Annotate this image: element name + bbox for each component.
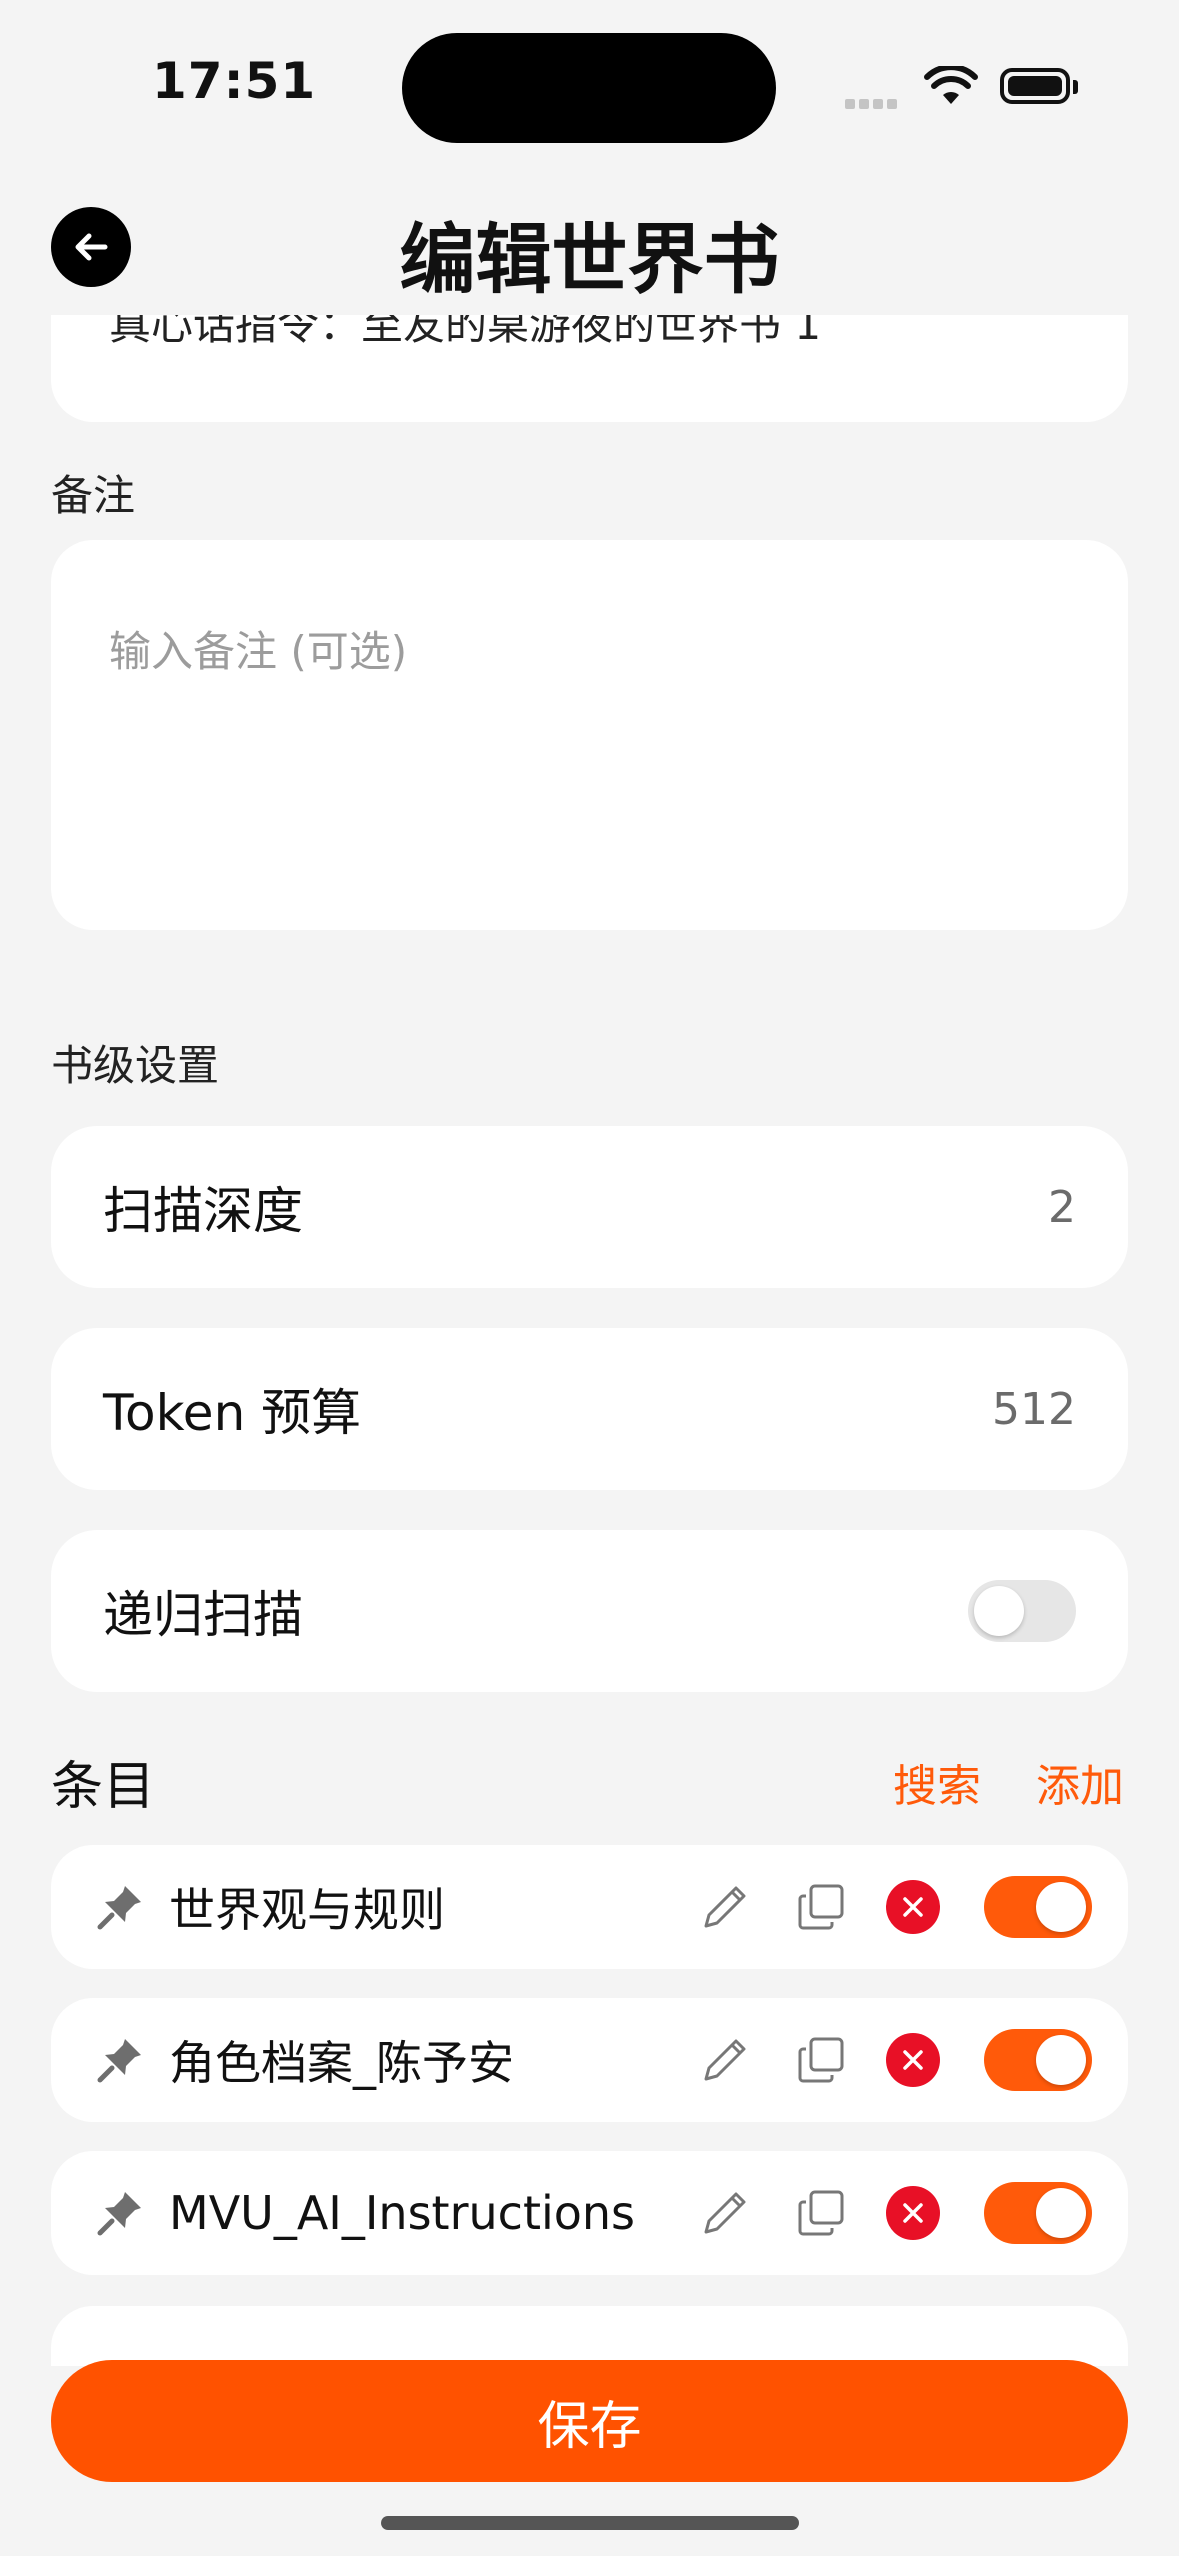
search-button[interactable]: 搜索 <box>893 1750 981 1814</box>
status-time: 17:51 <box>152 52 317 110</box>
delete-icon[interactable] <box>886 1880 940 1934</box>
entry-name: 角色档案_陈予安 <box>169 2036 514 2090</box>
entry-enable-toggle[interactable] <box>984 1876 1092 1938</box>
notes-placeholder: 输入备注 (可选) <box>109 627 408 676</box>
token-budget-row[interactable]: Token 预算 512 <box>51 1328 1128 1490</box>
delete-icon[interactable] <box>886 2186 940 2240</box>
entry-name: 世界观与规则 <box>169 1883 445 1937</box>
copy-icon[interactable] <box>790 1876 852 1938</box>
battery-icon <box>1000 68 1070 104</box>
entry-row-partial[interactable] <box>51 2306 1128 2366</box>
notes-input[interactable]: 输入备注 (可选) <box>51 540 1128 930</box>
save-button[interactable]: 保存 <box>51 2360 1128 2482</box>
edit-pencil-icon[interactable] <box>694 1876 756 1938</box>
wifi-icon <box>924 64 978 110</box>
entries-label: 条目 <box>51 1757 156 1817</box>
pin-icon[interactable] <box>95 2187 147 2239</box>
copy-icon[interactable] <box>790 2029 852 2091</box>
token-budget-value[interactable]: 512 <box>992 1384 1076 1435</box>
battery-tip <box>1073 80 1078 94</box>
entry-row[interactable]: 角色档案_陈予安 <box>51 1998 1128 2122</box>
home-indicator[interactable] <box>381 2516 799 2530</box>
entry-content-card[interactable]: 真心话指令：至友的桌游夜的世界书 1 <box>51 315 1128 422</box>
copy-icon[interactable] <box>790 2182 852 2244</box>
entry-name: MVU_AI_Instructions <box>169 2186 636 2240</box>
pin-icon[interactable] <box>95 2034 147 2086</box>
entry-enable-toggle[interactable] <box>984 2182 1092 2244</box>
entry-row[interactable]: 世界观与规则 <box>51 1845 1128 1969</box>
notes-label: 备注 <box>51 471 136 520</box>
entry-content-text: 真心话指令：至友的桌游夜的世界书 1 <box>109 315 822 349</box>
token-budget-label: Token 预算 <box>103 1384 362 1442</box>
edit-pencil-icon[interactable] <box>694 2029 756 2091</box>
recursive-scan-row: 递归扫描 <box>51 1530 1128 1692</box>
recursive-scan-toggle[interactable] <box>968 1580 1076 1642</box>
scan-depth-row[interactable]: 扫描深度 2 <box>51 1126 1128 1288</box>
entry-row[interactable]: MVU_AI_Instructions <box>51 2151 1128 2275</box>
scan-depth-value[interactable]: 2 <box>1048 1182 1076 1233</box>
scan-depth-label: 扫描深度 <box>103 1182 303 1240</box>
recursive-scan-label: 递归扫描 <box>103 1586 303 1644</box>
pin-icon[interactable] <box>95 1881 147 1933</box>
page-title: 编辑世界书 <box>399 215 780 304</box>
delete-icon[interactable] <box>886 2033 940 2087</box>
dynamic-island <box>402 33 776 143</box>
cellular-signal-icon <box>845 94 901 113</box>
entry-enable-toggle[interactable] <box>984 2029 1092 2091</box>
book-settings-label: 书级设置 <box>51 1041 220 1090</box>
edit-pencil-icon[interactable] <box>694 2182 756 2244</box>
add-entry-button[interactable]: 添加 <box>1036 1750 1124 1814</box>
